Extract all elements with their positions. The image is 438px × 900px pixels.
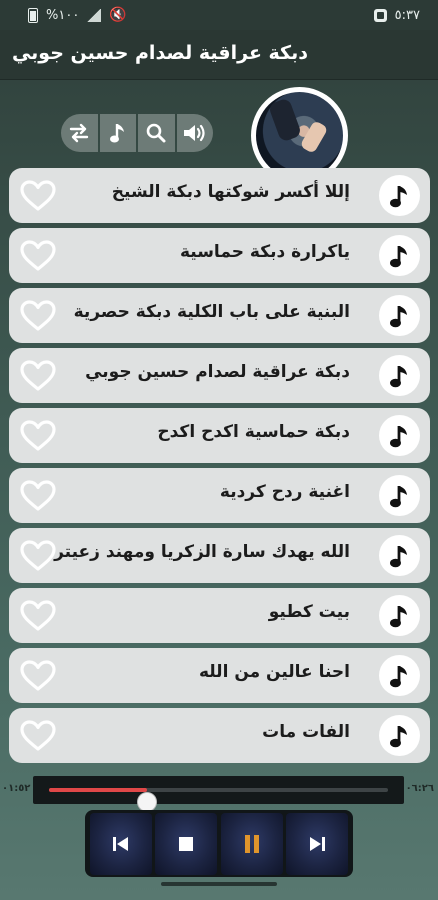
play-song-button[interactable] xyxy=(379,595,420,636)
heart-icon xyxy=(20,599,56,631)
progress-fill xyxy=(49,788,148,792)
next-button[interactable] xyxy=(286,812,349,875)
heart-icon xyxy=(20,539,56,571)
song-title: دبكة عراقية لصدام حسين جوبي xyxy=(85,362,350,382)
elapsed-time: ٠١:٥٢ xyxy=(2,783,31,794)
page-title: دبكة عراقية لصدام حسين جوبي xyxy=(11,42,308,64)
heart-icon xyxy=(20,659,56,691)
song-row[interactable]: دبكة حماسية اكدح اكدح xyxy=(9,408,430,463)
music-note-icon xyxy=(389,185,407,207)
music-note-icon xyxy=(389,425,407,447)
play-song-button[interactable] xyxy=(379,235,420,276)
repeat-icon xyxy=(70,123,89,143)
progress-background xyxy=(49,788,388,812)
battery-icon xyxy=(28,7,38,23)
song-title: بيت كطيو xyxy=(268,602,350,622)
stop-icon xyxy=(179,836,194,851)
music-note-icon xyxy=(389,485,407,507)
heart-icon xyxy=(20,419,56,451)
signal-icon xyxy=(87,8,102,22)
search-icon xyxy=(146,123,166,143)
song-row[interactable]: ياكرارة دبكة حماسية xyxy=(9,228,430,283)
volume-icon xyxy=(183,124,205,142)
favorite-button[interactable] xyxy=(19,598,57,633)
notification-icon xyxy=(373,8,387,22)
status-right: ٥:٣٧ xyxy=(373,7,420,23)
song-row[interactable]: احنا عالين من الله xyxy=(9,648,430,703)
play-song-button[interactable] xyxy=(379,655,420,696)
song-row[interactable]: الفات مات xyxy=(9,708,430,763)
song-row[interactable]: اغنية ردح كردية xyxy=(9,468,430,523)
skip-previous-icon xyxy=(112,836,128,851)
pause-button[interactable] xyxy=(220,812,283,875)
play-song-button[interactable] xyxy=(379,175,420,216)
music-note-icon xyxy=(389,665,407,687)
player-controls xyxy=(85,810,353,877)
favorite-button[interactable] xyxy=(19,658,57,693)
music-note-icon xyxy=(389,245,407,267)
music-note-icon xyxy=(389,545,407,567)
song-row[interactable]: البنية على باب الكلية دبكة حصرية xyxy=(9,288,430,343)
song-title: احنا عالين من الله xyxy=(198,662,350,682)
app-title-bar: دبكة عراقية لصدام حسين جوبي xyxy=(0,30,438,80)
song-row[interactable]: إللا أكسر شوكتها دبكة الشيخ xyxy=(9,168,430,223)
heart-icon xyxy=(20,179,56,211)
clock: ٥:٣٧ xyxy=(394,7,420,23)
play-song-button[interactable] xyxy=(379,535,420,576)
heart-icon xyxy=(20,719,56,751)
song-title: الله يهدك سارة الزكريا ومهند زعيتر xyxy=(54,542,350,562)
progress-area: ٠١:٥٢ ٠٦:٢٦ xyxy=(0,775,438,812)
song-title: الفات مات xyxy=(262,722,350,742)
heart-icon xyxy=(20,359,56,391)
playlist-button[interactable] xyxy=(99,114,136,152)
repeat-button[interactable] xyxy=(61,114,98,152)
skip-next-icon xyxy=(310,836,326,851)
play-song-button[interactable] xyxy=(379,415,420,456)
song-list[interactable]: إللا أكسر شوكتها دبكة الشيخ ياكرارة دبكة … xyxy=(0,163,438,775)
play-song-button[interactable] xyxy=(379,295,420,336)
favorite-button[interactable] xyxy=(19,478,57,513)
song-row[interactable]: بيت كطيو xyxy=(9,588,430,643)
music-note-icon xyxy=(389,725,407,747)
favorite-button[interactable] xyxy=(19,298,57,333)
search-button[interactable] xyxy=(138,114,175,152)
song-row[interactable]: دبكة عراقية لصدام حسين جوبي xyxy=(9,348,430,403)
song-title: اغنية ردح كردية xyxy=(219,482,350,502)
stop-button[interactable] xyxy=(155,812,218,875)
play-song-button[interactable] xyxy=(379,355,420,396)
seek-bar[interactable] xyxy=(33,776,404,812)
song-title: دبكة حماسية اكدح اكدح xyxy=(157,422,350,442)
song-title: البنية على باب الكلية دبكة حصرية xyxy=(73,302,350,322)
favorite-button[interactable] xyxy=(19,178,57,213)
pause-icon xyxy=(244,834,259,853)
heart-icon xyxy=(20,239,56,271)
total-time: ٠٦:٢٦ xyxy=(405,783,434,794)
favorite-button[interactable] xyxy=(19,358,57,393)
mute-icon: 🔇 xyxy=(109,7,127,23)
toolbar xyxy=(61,114,213,152)
favorite-button[interactable] xyxy=(19,718,57,753)
music-note-icon xyxy=(389,605,407,627)
heart-icon xyxy=(20,479,56,511)
status-left: %١٠٠ 🔇 xyxy=(28,7,127,23)
favorite-button[interactable] xyxy=(19,538,57,573)
heart-icon xyxy=(20,299,56,331)
battery-percent: %١٠٠ xyxy=(46,7,80,23)
favorite-button[interactable] xyxy=(19,238,57,273)
music-note-icon xyxy=(109,124,124,143)
song-title: إللا أكسر شوكتها دبكة الشيخ xyxy=(111,182,350,202)
play-song-button[interactable] xyxy=(379,475,420,516)
home-indicator[interactable] xyxy=(161,882,277,886)
song-title: ياكرارة دبكة حماسية xyxy=(179,242,350,262)
previous-button[interactable] xyxy=(89,812,152,875)
seek-knob[interactable] xyxy=(137,792,158,812)
volume-button[interactable] xyxy=(176,114,213,152)
music-note-icon xyxy=(389,305,407,327)
music-note-icon xyxy=(389,365,407,387)
status-bar: %١٠٠ 🔇 ٥:٣٧ xyxy=(0,0,438,30)
play-song-button[interactable] xyxy=(379,715,420,756)
favorite-button[interactable] xyxy=(19,418,57,453)
song-row[interactable]: الله يهدك سارة الزكريا ومهند زعيتر xyxy=(9,528,430,583)
